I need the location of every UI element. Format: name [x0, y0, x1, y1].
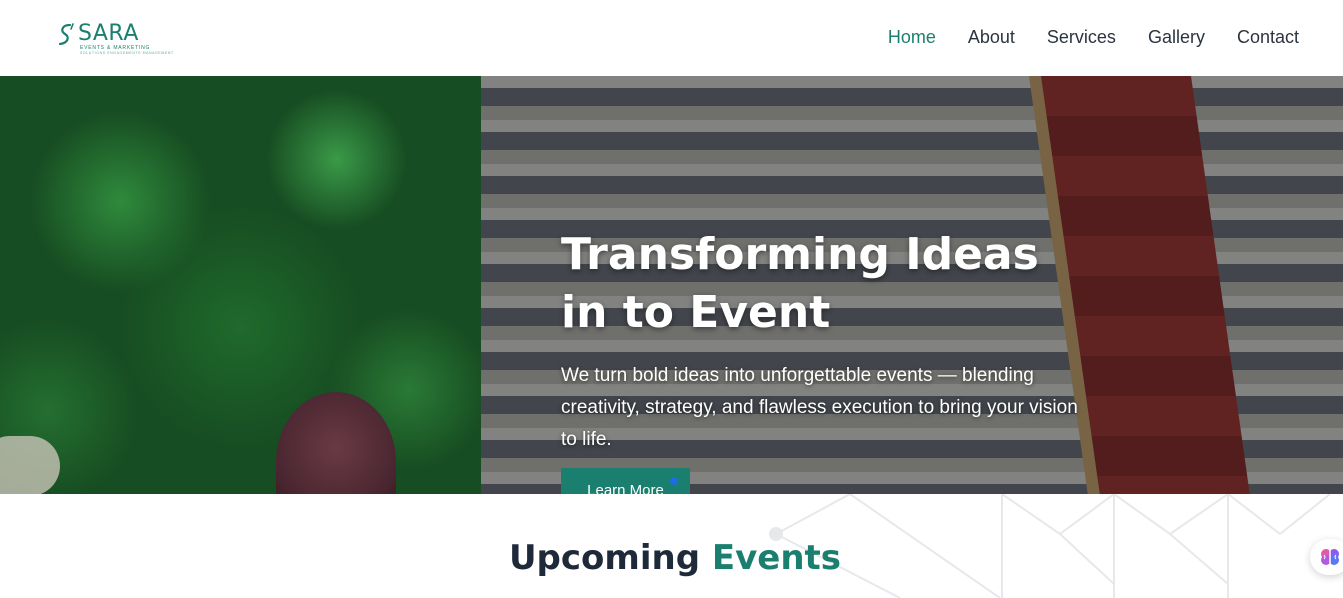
- hero-greenery-image: [0, 76, 481, 494]
- site-header: SARA EVENTS & MARKETING SOLUTIONS ENGAGE…: [0, 0, 1343, 76]
- assistant-button[interactable]: [1310, 539, 1343, 575]
- hero-content: Transforming Ideas in to Event We turn b…: [561, 226, 1081, 494]
- hero-arm-image: [0, 436, 60, 494]
- hero-description: We turn bold ideas into unforgettable ev…: [561, 365, 1078, 450]
- upcoming-events-section: Upcoming Events: [0, 494, 1343, 598]
- carousel-indicator-dot[interactable]: [670, 477, 678, 485]
- events-title-main: Upcoming: [508, 538, 701, 578]
- hero-title: Transforming Ideas in to Event: [561, 229, 1039, 338]
- hero-carousel: Transforming Ideas in to Event We turn b…: [0, 76, 1343, 494]
- nav-contact[interactable]: Contact: [1237, 24, 1299, 50]
- brain-icon: [1321, 549, 1339, 565]
- upcoming-events-heading: Upcoming Events: [0, 538, 1343, 578]
- main-nav: Home About Services Gallery Contact: [888, 24, 1299, 50]
- brand-subline: SOLUTIONS ENGAGEMENTS MANAGEMENT: [80, 51, 174, 55]
- sara-logo-icon: [58, 23, 74, 46]
- nav-services[interactable]: Services: [1047, 24, 1116, 50]
- brand-logo[interactable]: SARA EVENTS & MARKETING SOLUTIONS ENGAGE…: [56, 20, 173, 60]
- events-title-accent: Events: [711, 538, 842, 578]
- nav-about[interactable]: About: [968, 24, 1015, 50]
- hero-person-image: [276, 392, 396, 494]
- brand-name: SARA: [78, 21, 139, 46]
- nav-home[interactable]: Home: [888, 24, 936, 50]
- nav-gallery[interactable]: Gallery: [1148, 24, 1205, 50]
